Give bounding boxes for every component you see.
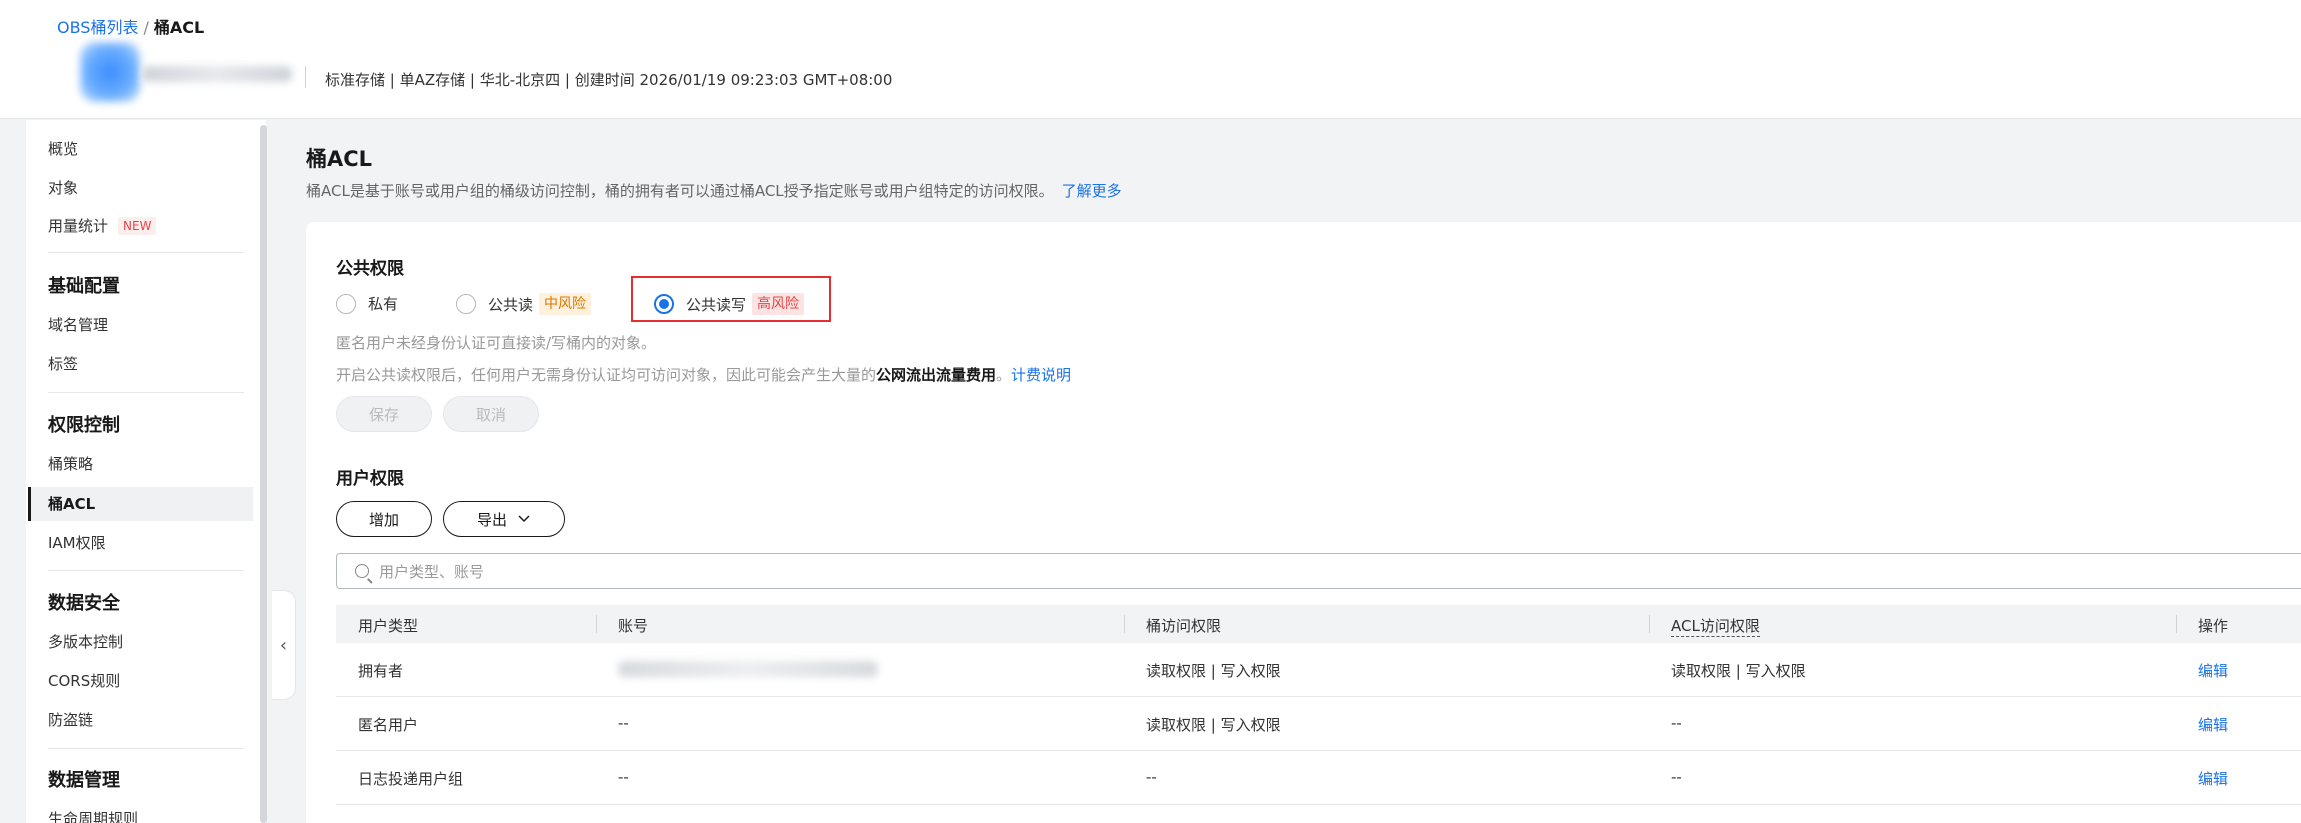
sidebar-item-objects[interactable]: 对象 (48, 177, 78, 198)
breadcrumb-bucket-list-link[interactable]: OBS桶列表 (57, 18, 138, 37)
table-row: 拥有者 读取权限 | 写入权限 读取权限 | 写入权限 编辑 (336, 643, 2301, 697)
column-header-acl-access[interactable]: ACL访问权限 (1671, 615, 1760, 637)
billing-info-link[interactable]: 计费说明 (1011, 366, 1071, 384)
sidebar-divider (48, 252, 244, 253)
sidebar-item-overview[interactable]: 概览 (48, 138, 78, 159)
page-description: 桶ACL是基于账号或用户组的桶级访问控制，桶的拥有者可以通过桶ACL授予指定账号… (306, 180, 1122, 201)
billing-warning-text: 开启公共读权限后，任何用户无需身份认证均可访问对象，因此可能会产生大量的 (336, 366, 877, 384)
breadcrumb-separator: / (143, 18, 149, 37)
sidebar-item-bucket-acl[interactable]: 桶ACL (48, 493, 95, 514)
column-header-actions: 操作 (2198, 617, 2229, 635)
search-placeholder: 用户类型、账号 (379, 562, 485, 581)
sidebar-item-usage[interactable]: 用量统计 NEW (48, 215, 157, 236)
column-separator (1124, 615, 1125, 633)
sidebar-scrollbar[interactable] (260, 125, 267, 823)
cell-user-type: 拥有者 (358, 662, 404, 680)
sidebar-collapse-button[interactable]: ‹ (272, 590, 296, 700)
cell-bucket-access: 读取权限 | 写入权限 (1146, 662, 1281, 680)
sidebar-active-indicator (28, 487, 31, 521)
bucket-icon (80, 42, 140, 102)
page-header: OBS桶列表 / 桶ACL 标准存储 | 单AZ存储 | 华北-北京四 | 创建时间… (0, 0, 2301, 119)
column-separator (1649, 615, 1650, 633)
column-separator (596, 615, 597, 633)
bucket-name-redacted (142, 66, 292, 82)
table-row: 匿名用户 -- 读取权限 | 写入权限 -- 编辑 (336, 697, 2301, 751)
column-header-user-type: 用户类型 (358, 617, 419, 635)
cell-user-type: 日志投递用户组 (358, 770, 464, 788)
learn-more-link[interactable]: 了解更多 (1062, 182, 1122, 200)
sidebar-item-cors[interactable]: CORS规则 (48, 670, 120, 691)
sidebar-divider (48, 748, 244, 749)
sidebar-item-label: 用量统计 (48, 217, 109, 235)
search-icon (355, 564, 369, 578)
cell-acl-access: -- (1671, 768, 1682, 786)
account-redacted (618, 661, 878, 677)
table-row: 日志投递用户组 -- -- -- 编辑 (336, 751, 2301, 805)
search-input[interactable]: 用户类型、账号 (336, 553, 2301, 589)
billing-warning-suffix: 。 (996, 366, 1012, 384)
edit-link[interactable]: 编辑 (2198, 768, 2228, 789)
sidebar-group-data-security: 数据安全 (48, 593, 120, 614)
sidebar-divider (48, 392, 244, 393)
column-separator (2176, 615, 2177, 633)
billing-warning-emphasis: 公网流出流量费用 (876, 366, 997, 384)
page-description-text: 桶ACL是基于账号或用户组的桶级访问控制，桶的拥有者可以通过桶ACL授予指定账号… (306, 182, 1054, 200)
page-title: 桶ACL (306, 147, 373, 171)
sidebar-group-access-control: 权限控制 (48, 415, 120, 436)
sidebar-divider (48, 570, 244, 571)
sidebar-item-tags[interactable]: 标签 (48, 353, 78, 374)
billing-warning: 开启公共读权限后，任何用户无需身份认证均可访问对象，因此可能会产生大量的公网流出… (336, 364, 1071, 385)
cell-bucket-access: 读取权限 | 写入权限 (1146, 716, 1281, 734)
radio-label: 私有 (368, 295, 399, 313)
header-divider (305, 66, 306, 88)
public-permission-hint: 匿名用户未经身份认证可直接读/写桶内的对象。 (336, 334, 657, 352)
high-risk-badge: 高风险 (752, 293, 805, 315)
breadcrumb: OBS桶列表 / 桶ACL (57, 14, 204, 38)
chevron-down-icon (518, 515, 530, 523)
sidebar-group-basic-config: 基础配置 (48, 276, 120, 297)
cell-account: -- (618, 768, 629, 786)
sidebar-item-bucket-policy[interactable]: 桶策略 (48, 453, 93, 474)
acl-access-header-label: ACL访问权限 (1671, 617, 1760, 637)
user-permission-title: 用户权限 (336, 469, 404, 489)
add-button[interactable]: 增加 (336, 501, 432, 537)
cell-acl-access: 读取权限 | 写入权限 (1671, 662, 1806, 680)
edit-link[interactable]: 编辑 (2198, 714, 2228, 735)
cell-account: -- (618, 714, 629, 732)
breadcrumb-current: 桶ACL (153, 18, 205, 37)
sidebar-item-versioning[interactable]: 多版本控制 (48, 631, 123, 652)
column-header-bucket-access: 桶访问权限 (1146, 617, 1222, 635)
table-header: 用户类型 账号 桶访问权限 ACL访问权限 操作 (336, 605, 2301, 643)
cell-bucket-access: -- (1146, 768, 1157, 786)
radio-private[interactable]: 私有 (336, 293, 398, 314)
new-badge: NEW (118, 217, 157, 235)
edit-link[interactable]: 编辑 (2198, 660, 2228, 681)
radio-label: 公共读 (488, 295, 534, 314)
sidebar-item-hotlink[interactable]: 防盗链 (48, 709, 93, 730)
cell-acl-access: -- (1671, 714, 1682, 732)
export-label: 导出 (476, 510, 507, 529)
sidebar-item-iam[interactable]: IAM权限 (48, 532, 106, 553)
sidebar-group-data-management: 数据管理 (48, 770, 120, 791)
bucket-meta: 标准存储 | 单AZ存储 | 华北-北京四 | 创建时间 2026/01/19 … (325, 71, 893, 89)
save-button[interactable]: 保存 (336, 396, 432, 432)
cell-user-type: 匿名用户 (358, 716, 419, 734)
radio-button-checked[interactable] (654, 294, 674, 314)
cancel-button[interactable]: 取消 (443, 396, 539, 432)
sidebar-item-domain[interactable]: 域名管理 (48, 314, 108, 335)
medium-risk-badge: 中风险 (539, 293, 592, 315)
radio-button[interactable] (456, 294, 476, 314)
radio-public-read-write[interactable]: 公共读写 高风险 (654, 293, 805, 315)
public-permission-title: 公共权限 (336, 259, 404, 279)
sidebar: 概览 对象 用量统计 NEW 基础配置 域名管理 标签 权限控制 桶策略 桶ACL… (26, 120, 266, 823)
radio-label: 公共读写 (686, 295, 747, 314)
radio-button[interactable] (336, 293, 356, 314)
sidebar-item-lifecycle[interactable]: 生命周期规则 (48, 808, 138, 823)
export-button[interactable]: 导出 (443, 501, 565, 537)
chevron-left-icon: ‹ (279, 634, 288, 656)
radio-public-read[interactable]: 公共读 中风险 (456, 293, 592, 315)
column-header-account: 账号 (618, 617, 649, 635)
